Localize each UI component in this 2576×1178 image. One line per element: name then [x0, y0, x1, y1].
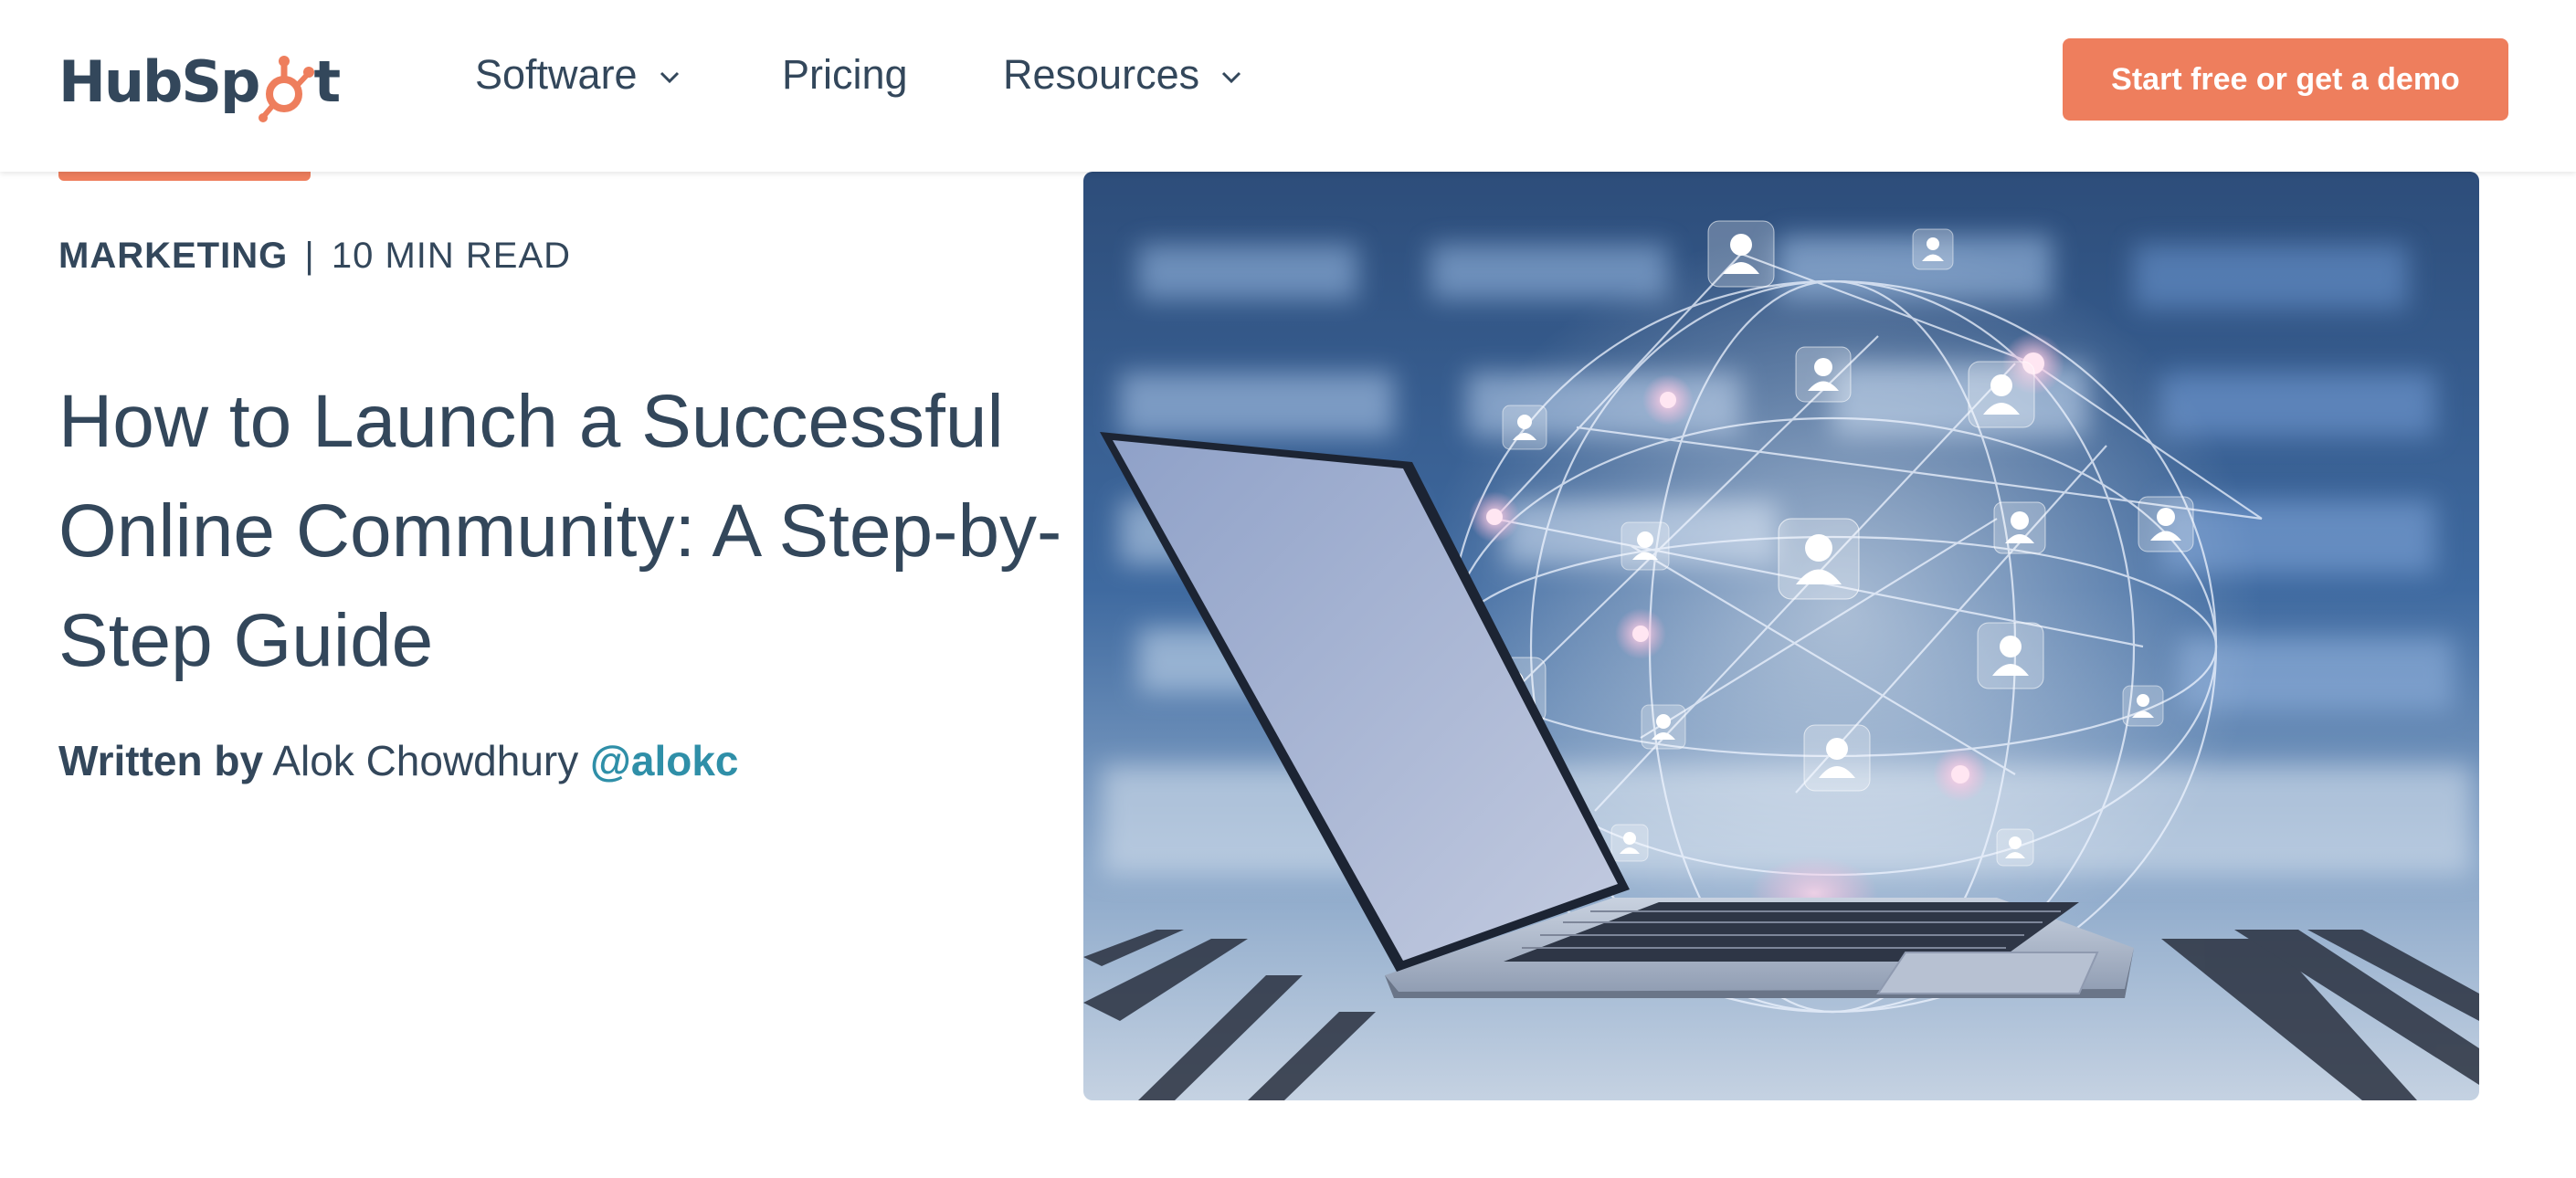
logo-text-left: HubSp	[58, 47, 260, 115]
chevron-down-icon	[1222, 71, 1241, 84]
nav-item-label: Pricing	[782, 51, 908, 98]
read-time: 10 MIN READ	[331, 236, 572, 276]
hero-image	[1083, 172, 2479, 1100]
byline-prefix: Written by	[58, 737, 264, 784]
start-free-demo-button[interactable]: Start free or get a demo	[2063, 38, 2508, 121]
author-name[interactable]: Alok Chowdhury	[272, 737, 578, 784]
laptop-network-illustration-icon	[1083, 172, 2479, 1100]
author-handle-link[interactable]: @alokc	[590, 737, 738, 784]
sprocket-icon	[259, 56, 315, 122]
nav-item-label: Resources	[1003, 51, 1200, 98]
hubspot-logo[interactable]: HubSp t	[58, 40, 341, 122]
article-title: How to Launch a Successful Online Commun…	[58, 380, 1062, 682]
nav-item-resources[interactable]: Resources	[1003, 51, 1241, 99]
nav-item-label: Software	[475, 51, 638, 98]
byline: Written by Alok Chowdhury @alokc	[58, 736, 739, 785]
meta-separator: |	[304, 236, 315, 276]
logo-text-right: t	[313, 47, 341, 115]
logo-wordmark: HubSp t	[58, 47, 341, 122]
category-link[interactable]: MARKETING	[58, 236, 288, 276]
chevron-down-icon	[660, 71, 679, 84]
nav-item-software[interactable]: Software	[475, 51, 680, 99]
nav-item-pricing[interactable]: Pricing	[782, 51, 908, 99]
article-meta: MARKETING | 10 MIN READ	[58, 236, 571, 277]
site-header: HubSp t Software Pricing Resources Start	[0, 0, 2576, 172]
